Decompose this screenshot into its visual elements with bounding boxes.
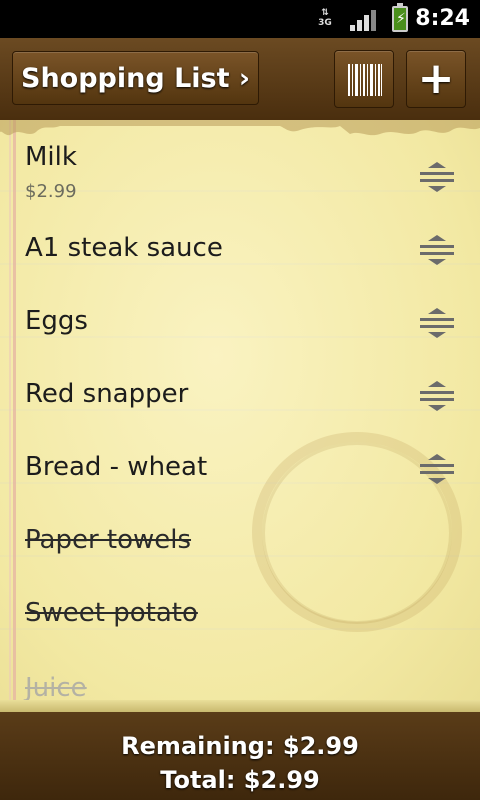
- drag-handle-icon[interactable]: [418, 379, 456, 413]
- totals-footer: Remaining: $2.99 Total: $2.99: [0, 712, 480, 800]
- list-item[interactable]: Milk $2.99: [0, 120, 480, 202]
- paper-edge: [0, 700, 480, 712]
- list-item[interactable]: Red snapper: [0, 339, 480, 411]
- barcode-icon: [348, 64, 382, 96]
- list-item[interactable]: Bread - wheat: [0, 412, 480, 484]
- clock: 8:24: [415, 6, 470, 31]
- list-item-checked[interactable]: Paper towels: [0, 485, 480, 557]
- drag-handle-icon[interactable]: [418, 306, 456, 340]
- status-bar: ⇅ 3G ⚡ 8:24: [0, 0, 480, 38]
- list-item[interactable]: A1 steak sauce: [0, 193, 480, 265]
- app-header: Shopping List › +: [0, 38, 480, 120]
- scan-barcode-button[interactable]: [334, 50, 394, 108]
- network-3g-icon: ⇅ 3G: [318, 8, 332, 28]
- battery-charging-icon: ⚡: [392, 3, 408, 32]
- add-item-button[interactable]: +: [406, 50, 466, 108]
- shopping-list: Milk $2.99 A1 steak sauce Eggs Red snapp…: [0, 120, 480, 710]
- signal-strength-icon: [350, 9, 376, 31]
- remaining-total: Remaining: $2.99: [121, 732, 359, 760]
- grand-total: Total: $2.99: [160, 766, 320, 794]
- drag-handle-icon[interactable]: [418, 452, 456, 486]
- drag-handle-icon[interactable]: [418, 233, 456, 267]
- list-item-checked[interactable]: Sweet potato: [0, 558, 480, 630]
- plus-icon: +: [417, 53, 455, 104]
- list-item[interactable]: Eggs: [0, 266, 480, 338]
- list-item-checked[interactable]: Juice: [0, 631, 480, 703]
- list-title-button[interactable]: Shopping List ›: [12, 51, 260, 105]
- drag-handle-icon[interactable]: [418, 160, 456, 194]
